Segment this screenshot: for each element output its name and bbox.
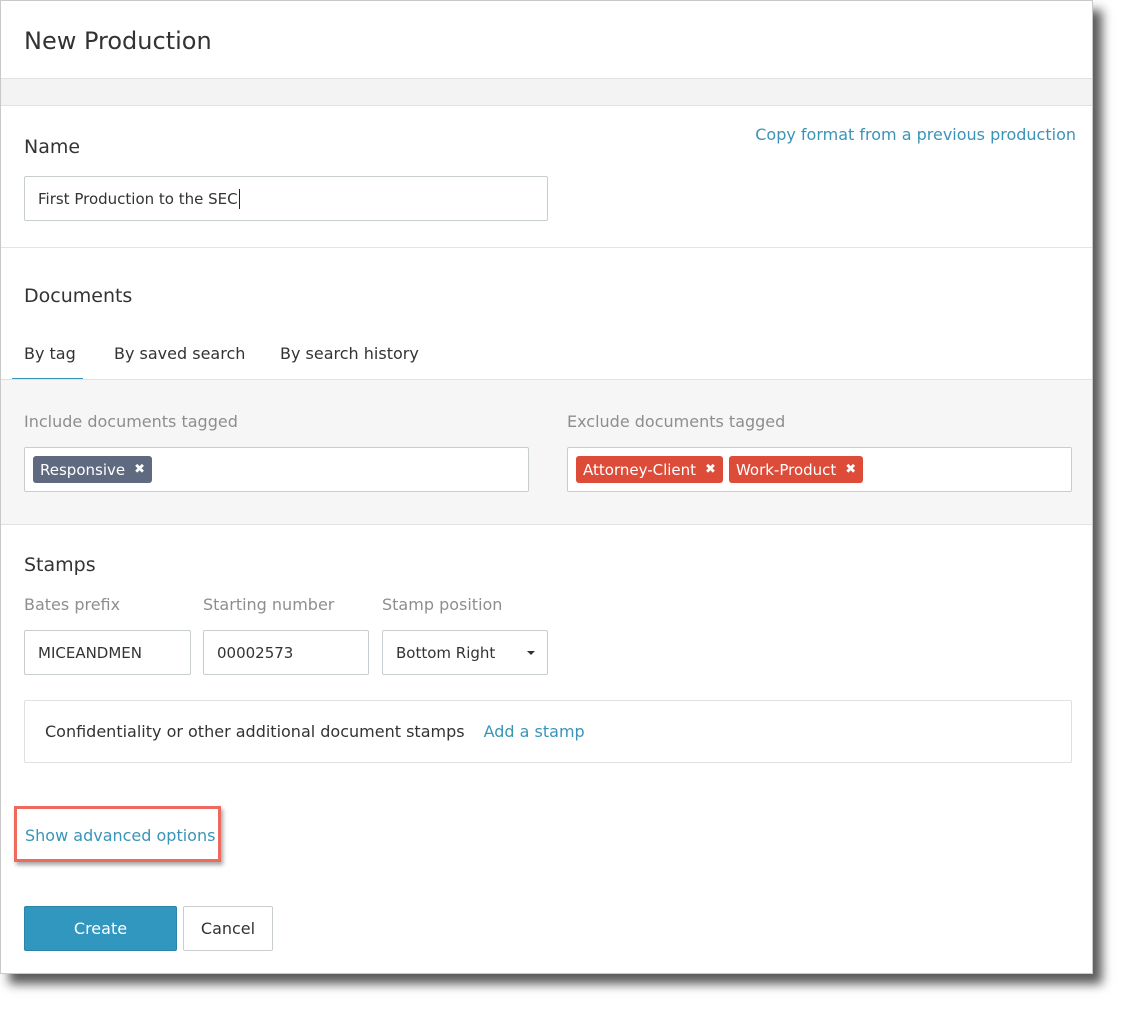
add-stamp-link[interactable]: Add a stamp (484, 722, 585, 741)
tab-by-tag[interactable]: By tag (24, 344, 76, 363)
tag-chip-label: Responsive (40, 460, 126, 479)
starting-number-input[interactable]: 00002573 (203, 630, 369, 675)
tag-chip-attorney-client: Attorney-Client ✖ (576, 456, 723, 483)
caret-down-icon (527, 651, 535, 655)
documents-label: Documents (24, 285, 133, 307)
additional-stamps-box: Confidentiality or other additional docu… (24, 700, 1072, 763)
tab-by-saved-search[interactable]: By saved search (114, 344, 245, 363)
stamp-position-select[interactable]: Bottom Right (382, 630, 548, 675)
remove-tag-icon[interactable]: ✖ (134, 462, 145, 477)
bates-prefix-label: Bates prefix (24, 595, 121, 614)
dialog-title: New Production (24, 27, 212, 55)
remove-tag-icon[interactable]: ✖ (705, 462, 716, 477)
stamps-label: Stamps (24, 554, 96, 576)
name-input-value: First Production to the SEC (38, 189, 238, 208)
show-advanced-options-link[interactable]: Show advanced options (25, 826, 215, 845)
copy-format-link[interactable]: Copy format from a previous production (755, 125, 1076, 144)
stamp-position-value: Bottom Right (396, 643, 496, 662)
text-cursor (238, 188, 240, 209)
include-tags-input[interactable]: Responsive ✖ (24, 447, 529, 492)
tag-chip-work-product: Work-Product ✖ (728, 456, 864, 483)
starting-number-value: 00002573 (217, 643, 294, 662)
bates-prefix-value: MICEANDMEN (38, 643, 142, 662)
new-production-dialog: New Production Name Copy format from a p… (0, 0, 1093, 974)
stamp-position-label: Stamp position (382, 595, 503, 614)
section-divider (1, 247, 1092, 248)
tab-by-search-history[interactable]: By search history (280, 344, 419, 363)
remove-tag-icon[interactable]: ✖ (845, 462, 856, 477)
starting-number-label: Starting number (203, 595, 335, 614)
bates-prefix-input[interactable]: MICEANDMEN (24, 630, 191, 675)
cancel-button[interactable]: Cancel (183, 906, 273, 951)
name-input[interactable]: First Production to the SEC (24, 176, 548, 221)
additional-stamps-text: Confidentiality or other additional docu… (45, 722, 465, 741)
tag-chip-label: Attorney-Client (583, 460, 697, 479)
create-button[interactable]: Create (24, 906, 177, 951)
exclude-label: Exclude documents tagged (567, 412, 786, 431)
tag-chip-label: Work-Product (735, 460, 837, 479)
tag-chip-responsive: Responsive ✖ (33, 456, 152, 483)
include-label: Include documents tagged (24, 412, 238, 431)
exclude-tags-input[interactable]: Attorney-Client ✖ Work-Product ✖ (567, 447, 1072, 492)
tag-filter-area: Include documents tagged Responsive ✖ Ex… (1, 379, 1092, 525)
name-label: Name (24, 136, 81, 158)
header-band (1, 78, 1092, 106)
